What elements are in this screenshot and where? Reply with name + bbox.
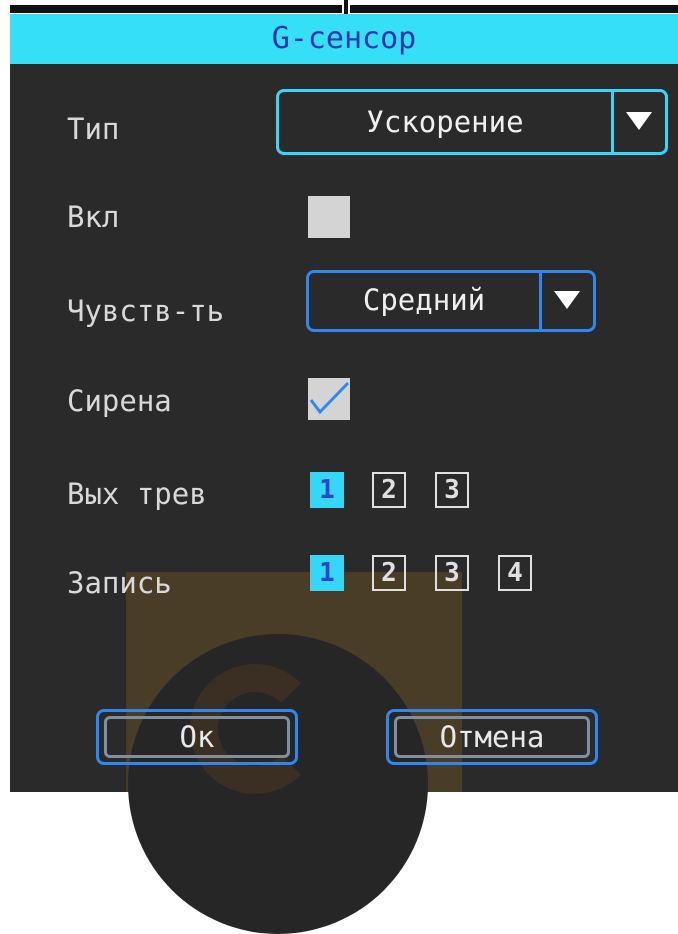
top-edge-separator	[344, 0, 348, 14]
cancel-button-label: Отмена	[439, 720, 545, 754]
alarm-out-option-1[interactable]: 1	[310, 472, 344, 508]
checkmark-icon	[309, 381, 350, 415]
record-option-4[interactable]: 4	[498, 555, 532, 591]
g-sensor-dialog: G-сенсор Тип Ускорение Вкл Чувств-ть Сре…	[10, 14, 678, 934]
type-select[interactable]: Ускорение	[276, 89, 668, 155]
record-option-1[interactable]: 1	[310, 555, 344, 591]
top-edge-right	[350, 5, 678, 13]
alarm-out-label: Вых трев	[67, 477, 207, 511]
sensitivity-select[interactable]: Средний	[306, 270, 596, 332]
chevron-down-icon	[554, 291, 580, 309]
alarm-out-option-2[interactable]: 2	[372, 472, 406, 508]
top-window-edge	[0, 0, 678, 14]
alarm-out-option-3[interactable]: 3	[435, 472, 469, 508]
cancel-button[interactable]: Отмена	[386, 709, 598, 765]
sensitivity-select-value: Средний	[362, 283, 486, 317]
type-dropdown-button[interactable]	[611, 92, 665, 152]
dialog-title: G-сенсор	[10, 14, 678, 64]
ok-button[interactable]: Ок	[96, 709, 298, 765]
record-option-3[interactable]: 3	[435, 555, 469, 591]
record-label: Запись	[67, 566, 172, 600]
siren-checkbox[interactable]	[308, 378, 350, 420]
enable-checkbox[interactable]	[308, 196, 350, 238]
chevron-down-icon	[626, 112, 652, 130]
enable-label: Вкл	[67, 200, 120, 234]
siren-label: Сирена	[67, 384, 172, 418]
type-label: Тип	[67, 112, 120, 146]
sensitivity-label: Чувств-ть	[67, 294, 225, 328]
ok-button-label: Ок	[179, 720, 215, 754]
sensitivity-dropdown-button[interactable]	[539, 273, 593, 329]
record-option-2[interactable]: 2	[372, 555, 406, 591]
top-edge-left	[10, 5, 342, 13]
type-select-value: Ускорение	[366, 105, 524, 139]
